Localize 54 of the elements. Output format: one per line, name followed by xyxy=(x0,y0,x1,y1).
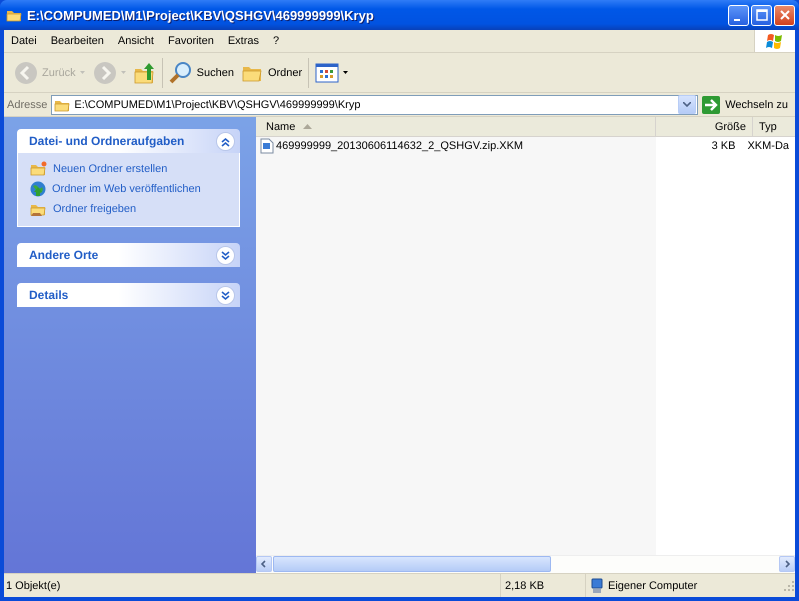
file-type: XKM-Da xyxy=(746,140,790,152)
menu-item[interactable]: Extras xyxy=(220,35,266,47)
task-link[interactable]: Ordner im Web veröffentlichen xyxy=(52,183,201,195)
view-grid-icon xyxy=(315,62,340,82)
status-text: Eigener Computer xyxy=(608,580,698,592)
scroll-left-button[interactable] xyxy=(256,556,272,572)
new-folder-icon xyxy=(30,161,47,177)
scroll-right-button[interactable] xyxy=(779,556,795,572)
close-button[interactable] xyxy=(774,4,795,26)
collapse-icon[interactable] xyxy=(216,132,235,150)
menu-item[interactable]: Favoriten xyxy=(160,35,221,47)
status-text: 1 Objekt(e) xyxy=(6,580,60,592)
column-header[interactable]: Name xyxy=(256,117,656,136)
globe-icon xyxy=(30,181,46,197)
expand-icon[interactable] xyxy=(216,246,235,264)
menu-item[interactable]: ? xyxy=(266,35,286,47)
resize-grip-icon xyxy=(783,580,795,592)
search-button[interactable]: Suchen xyxy=(164,56,238,88)
arrow-icon xyxy=(702,96,720,114)
maximize-icon xyxy=(756,9,768,21)
panel-header[interactable]: Details xyxy=(17,283,240,307)
file-name[interactable]: 469999999_20130606114632_2_QSHGV.zip.XKM xyxy=(276,140,524,152)
minimize-button[interactable] xyxy=(728,4,749,26)
caret-icon xyxy=(120,71,126,74)
panel-header[interactable]: Andere Orte xyxy=(17,243,240,267)
minimize-icon xyxy=(734,18,740,20)
column-header[interactable]: Typ xyxy=(753,117,795,136)
panel-header[interactable]: Datei- und Ordneraufgaben xyxy=(17,129,240,153)
search-icon xyxy=(168,60,193,84)
file-size: 3 KB xyxy=(710,140,736,152)
dropdown-button[interactable] xyxy=(678,95,696,114)
menu-item[interactable]: Bearbeiten xyxy=(44,35,111,47)
folder-up-icon xyxy=(134,62,156,84)
task-link[interactable]: Neuen Ordner erstellen xyxy=(53,163,168,175)
status-text: 2,18 KB xyxy=(505,580,544,592)
menu-item[interactable]: Ansicht xyxy=(110,35,161,47)
file-icon xyxy=(260,138,274,154)
go-button[interactable]: Wechseln zu xyxy=(698,96,795,114)
windows-logo-icon xyxy=(765,32,785,50)
window-title: E:\COMPUMED\M1\Project\KBV\QSHGV\469999999\Kryp xyxy=(27,8,375,22)
folders-button[interactable]: Ordner xyxy=(238,56,306,88)
scrollbar-thumb[interactable] xyxy=(273,556,551,572)
close-icon xyxy=(778,9,790,21)
caret-icon xyxy=(683,102,692,107)
expand-icon[interactable] xyxy=(216,286,235,304)
column-header[interactable]: Größe xyxy=(656,117,753,136)
menu-item[interactable]: Datei xyxy=(4,35,44,47)
address-label: Adresse xyxy=(6,98,48,110)
task-link[interactable]: Ordner freigeben xyxy=(53,203,136,215)
caret-icon xyxy=(343,71,348,74)
caret-icon xyxy=(80,71,85,74)
computer-icon xyxy=(590,578,604,594)
maximize-button[interactable] xyxy=(751,4,772,26)
address-field[interactable]: E:\COMPUMED\M1\Project\KBV\QSHGV\469999999\Kryp xyxy=(51,94,698,114)
